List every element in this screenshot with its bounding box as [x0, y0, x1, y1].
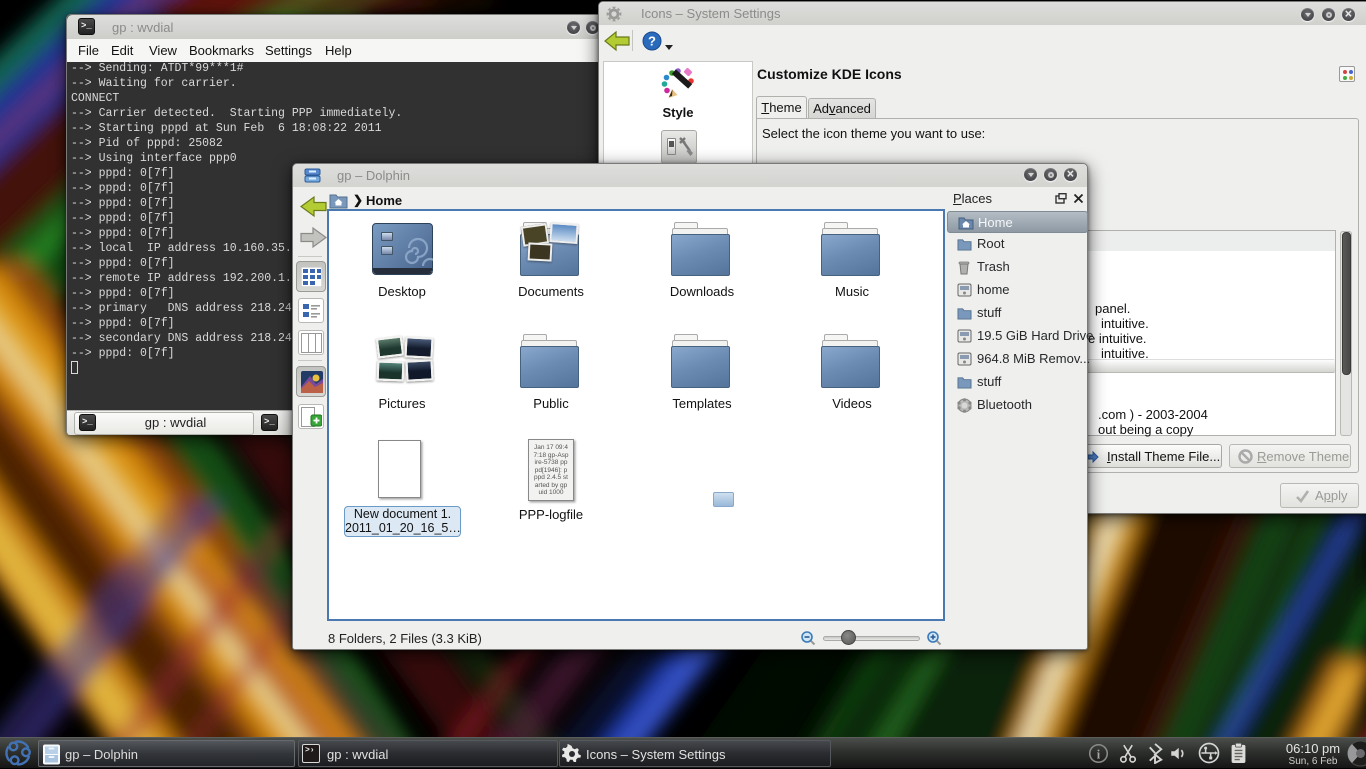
svg-text:i: i — [1097, 747, 1101, 761]
svg-text:?: ? — [648, 34, 656, 49]
